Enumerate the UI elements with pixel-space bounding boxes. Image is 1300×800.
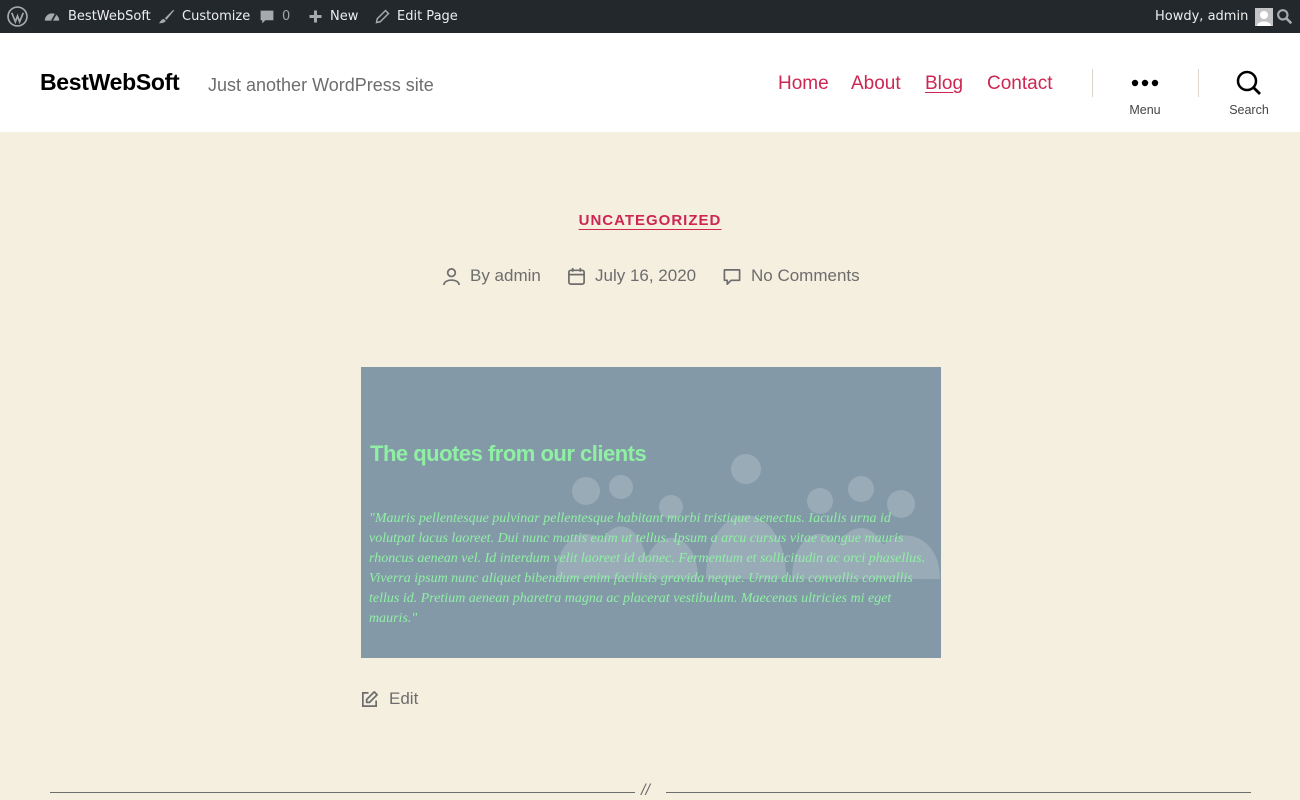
- section-divider-right: [666, 792, 1251, 793]
- post-date: July 16, 2020: [567, 264, 696, 288]
- calendar-icon: [568, 267, 585, 285]
- quotes-image: The quotes from our clients "Mauris pell…: [361, 367, 941, 658]
- admin-new-link[interactable]: New: [308, 0, 358, 33]
- search-toggle-label: Search: [1229, 103, 1269, 117]
- admin-site-name-link[interactable]: BestWebSoft: [43, 0, 151, 33]
- nav-home[interactable]: Home: [778, 73, 829, 95]
- admin-comments-link[interactable]: 0: [259, 0, 290, 33]
- site-header: BestWebSoft Just another WordPress site …: [0, 33, 1300, 132]
- admin-site-name: BestWebSoft: [68, 9, 151, 24]
- pencil-icon: [375, 9, 390, 24]
- edit-label: Edit: [389, 689, 419, 708]
- quote-title: The quotes from our clients: [370, 441, 647, 466]
- admin-search-button[interactable]: [1276, 0, 1293, 33]
- admin-account-link[interactable]: Howdy, admin: [1155, 0, 1274, 33]
- nav-blog[interactable]: Blog: [925, 73, 963, 95]
- paintbrush-icon: [158, 9, 175, 24]
- admin-customize-label: Customize: [182, 9, 251, 24]
- comment-bubble-icon: [260, 10, 274, 23]
- admin-bar: BestWebSoft Customize 0 New Edit Page Ho…: [0, 0, 1300, 33]
- admin-edit-page-link[interactable]: Edit Page: [375, 0, 458, 33]
- plus-icon: [309, 10, 322, 23]
- edit-icon: [361, 690, 378, 707]
- search-icon: [1236, 70, 1261, 95]
- section-divider-mark: //: [641, 782, 650, 799]
- avatar-icon: [1255, 7, 1274, 26]
- section-divider-left: [50, 792, 635, 793]
- date-link[interactable]: July 16, 2020: [595, 266, 696, 286]
- admin-customize-link[interactable]: Customize: [158, 0, 250, 33]
- comment-bubble-icon: [723, 268, 741, 285]
- menu-toggle[interactable]: [1105, 69, 1185, 95]
- admin-edit-page-label: Edit Page: [397, 9, 458, 24]
- nav-contact[interactable]: Contact: [987, 73, 1052, 95]
- admin-comments-count: 0: [282, 9, 291, 24]
- site-tagline: Just another WordPress site: [208, 75, 434, 95]
- site-title[interactable]: BestWebSoft: [40, 69, 180, 96]
- header-separator: [1198, 69, 1199, 97]
- admin-howdy-label: Howdy, admin: [1155, 9, 1249, 24]
- edit-post-link[interactable]: Edit: [360, 689, 418, 709]
- quote-text: "Mauris pellentesque pulvinar pellentesq…: [369, 511, 926, 626]
- author-link[interactable]: By admin: [470, 266, 541, 286]
- admin-new-label: New: [330, 9, 359, 24]
- post-author: By admin: [442, 264, 541, 288]
- category-link[interactable]: UNCATEGORIZED: [579, 212, 722, 229]
- wordpress-logo-icon: [7, 6, 28, 27]
- person-icon: [443, 267, 460, 285]
- search-toggle[interactable]: [1209, 69, 1289, 97]
- nav-about[interactable]: About: [851, 73, 901, 95]
- wordpress-logo-button[interactable]: [7, 0, 28, 33]
- ellipsis-icon: [1131, 79, 1159, 87]
- header-separator: [1092, 69, 1093, 97]
- comments-link[interactable]: No Comments: [751, 266, 860, 286]
- post-comments: No Comments: [722, 264, 860, 288]
- dashboard-gauge-icon: [44, 12, 60, 21]
- search-icon: [1277, 9, 1293, 25]
- menu-toggle-label: Menu: [1129, 103, 1161, 117]
- post-category: UNCATEGORIZED: [0, 212, 1300, 230]
